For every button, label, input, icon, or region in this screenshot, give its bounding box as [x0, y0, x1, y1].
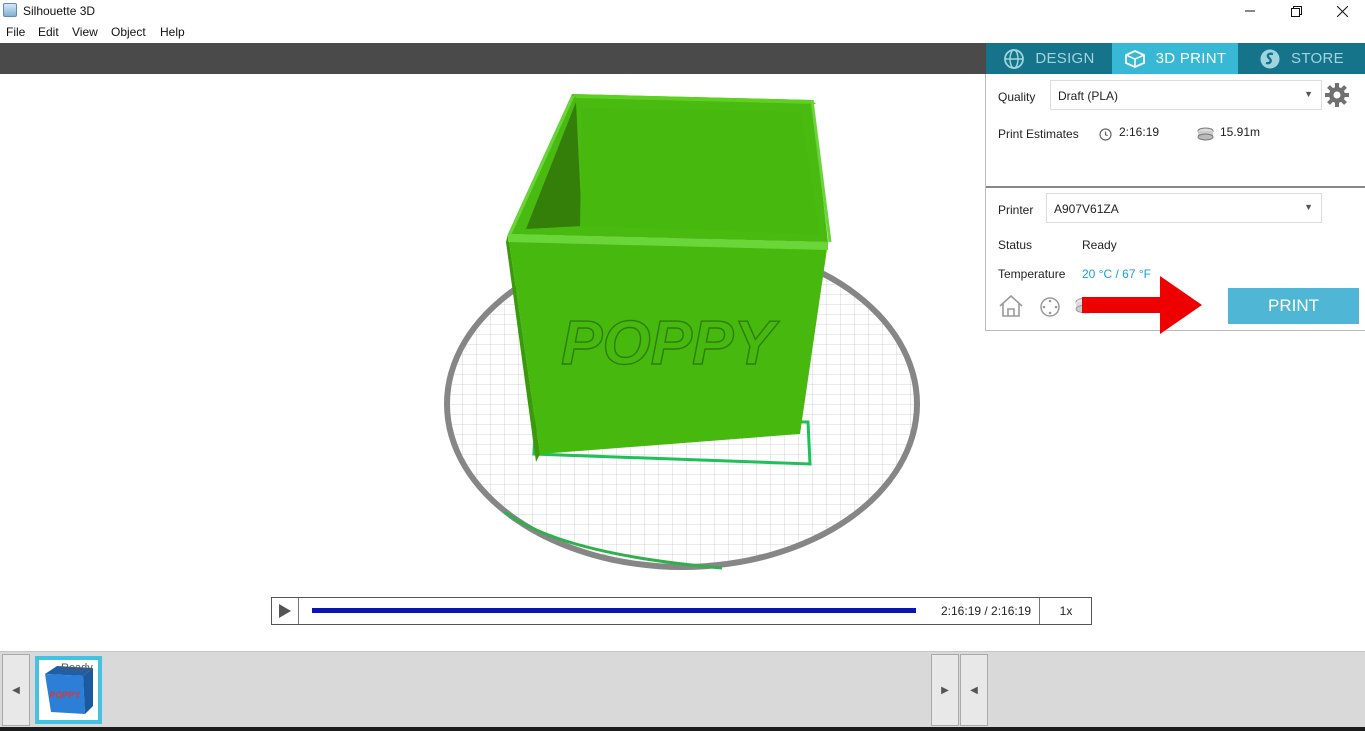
- queue-scroll-right[interactable]: ▶: [931, 654, 959, 726]
- menu-help[interactable]: Help: [160, 25, 185, 39]
- level-bed-icon[interactable]: [1039, 296, 1061, 318]
- menu-view[interactable]: View: [72, 25, 98, 39]
- quality-value: Draft (PLA): [1058, 89, 1119, 103]
- panel-divider: [986, 186, 1365, 188]
- print-cube-icon: [1124, 49, 1145, 68]
- menu-object[interactable]: Object: [111, 25, 146, 39]
- tab-3d-print-label: 3D PRINT: [1155, 50, 1227, 67]
- restore-button[interactable]: [1273, 0, 1319, 22]
- chevron-right-icon: ▶: [941, 684, 949, 696]
- filament-estimate: 15.91m: [1220, 125, 1261, 139]
- menu-file[interactable]: File: [6, 25, 25, 39]
- playback-time: 2:16:19 / 2:16:19: [941, 604, 1032, 618]
- quality-select[interactable]: Draft (PLA) ▼: [1050, 80, 1322, 110]
- playback-progress[interactable]: [312, 608, 916, 613]
- play-icon: [279, 604, 291, 618]
- print-estimates-label: Print Estimates: [998, 127, 1079, 141]
- time-estimate: 2:16:19: [1119, 125, 1160, 139]
- printer-value: A907V61ZA: [1054, 202, 1119, 216]
- 3d-viewport[interactable]: POPPY: [0, 74, 986, 651]
- window-title: Silhouette 3D: [23, 4, 96, 18]
- red-arrow-annotation: [1082, 276, 1202, 334]
- tab-store-label: STORE: [1291, 50, 1344, 67]
- play-button[interactable]: [272, 598, 299, 624]
- chevron-down-icon: ▼: [1304, 89, 1313, 99]
- model-embossed-text: POPPY: [561, 309, 780, 378]
- minimize-button[interactable]: [1227, 0, 1273, 22]
- restore-icon: [1290, 5, 1302, 17]
- tab-store[interactable]: STORE: [1238, 43, 1365, 74]
- tab-design-label: DESIGN: [1035, 50, 1095, 67]
- queue-scroll-left[interactable]: ◀: [2, 654, 30, 726]
- close-button[interactable]: [1319, 0, 1365, 22]
- taskbar-edge: [0, 727, 1365, 731]
- menu-edit[interactable]: Edit: [38, 25, 59, 39]
- menu-bar: File Edit View Object Help: [0, 23, 1365, 43]
- chevron-down-icon: ▼: [1304, 202, 1313, 212]
- tab-3d-print[interactable]: 3D PRINT: [1112, 43, 1238, 74]
- status-value: Ready: [1082, 238, 1117, 252]
- speed-button[interactable]: 1x: [1039, 598, 1092, 624]
- queue-item[interactable]: POPPY Ready: [35, 656, 102, 724]
- temperature-label: Temperature: [998, 267, 1066, 281]
- 3d-model-box[interactable]: POPPY: [506, 94, 832, 462]
- close-icon: [1336, 5, 1348, 17]
- app-icon: [3, 3, 17, 17]
- title-bar: Silhouette 3D: [0, 0, 1365, 22]
- mode-tabs: DESIGN 3D PRINT STORE: [986, 43, 1365, 74]
- tab-design[interactable]: DESIGN: [986, 43, 1112, 74]
- filament-spool-icon: [1197, 127, 1214, 141]
- status-label: Status: [998, 238, 1033, 252]
- home-icon[interactable]: [998, 294, 1024, 318]
- playback-bar: 2:16:19 / 2:16:19 1x: [271, 597, 1092, 625]
- chevron-left-icon: ◀: [970, 684, 978, 696]
- clock-icon: [1099, 128, 1112, 141]
- settings-gear-icon[interactable]: [1324, 82, 1350, 108]
- chevron-left-icon: ◀: [12, 684, 20, 696]
- silhouette-s-icon: [1260, 49, 1280, 68]
- quality-label: Quality: [998, 90, 1036, 104]
- thumbnail-text: POPPY: [49, 690, 80, 700]
- queue-item-status: Ready: [61, 662, 93, 674]
- printer-select[interactable]: A907V61ZA ▼: [1046, 193, 1322, 223]
- globe-icon: [1004, 48, 1025, 69]
- build-plate-scene: POPPY: [444, 94, 920, 570]
- minimize-icon: [1245, 10, 1255, 12]
- print-button[interactable]: PRINT: [1228, 288, 1359, 324]
- queue-collapse-button[interactable]: ◀: [960, 654, 988, 726]
- printer-label: Printer: [998, 203, 1034, 217]
- print-queue: ◀ POPPY Ready ▶ ◀: [0, 651, 1365, 727]
